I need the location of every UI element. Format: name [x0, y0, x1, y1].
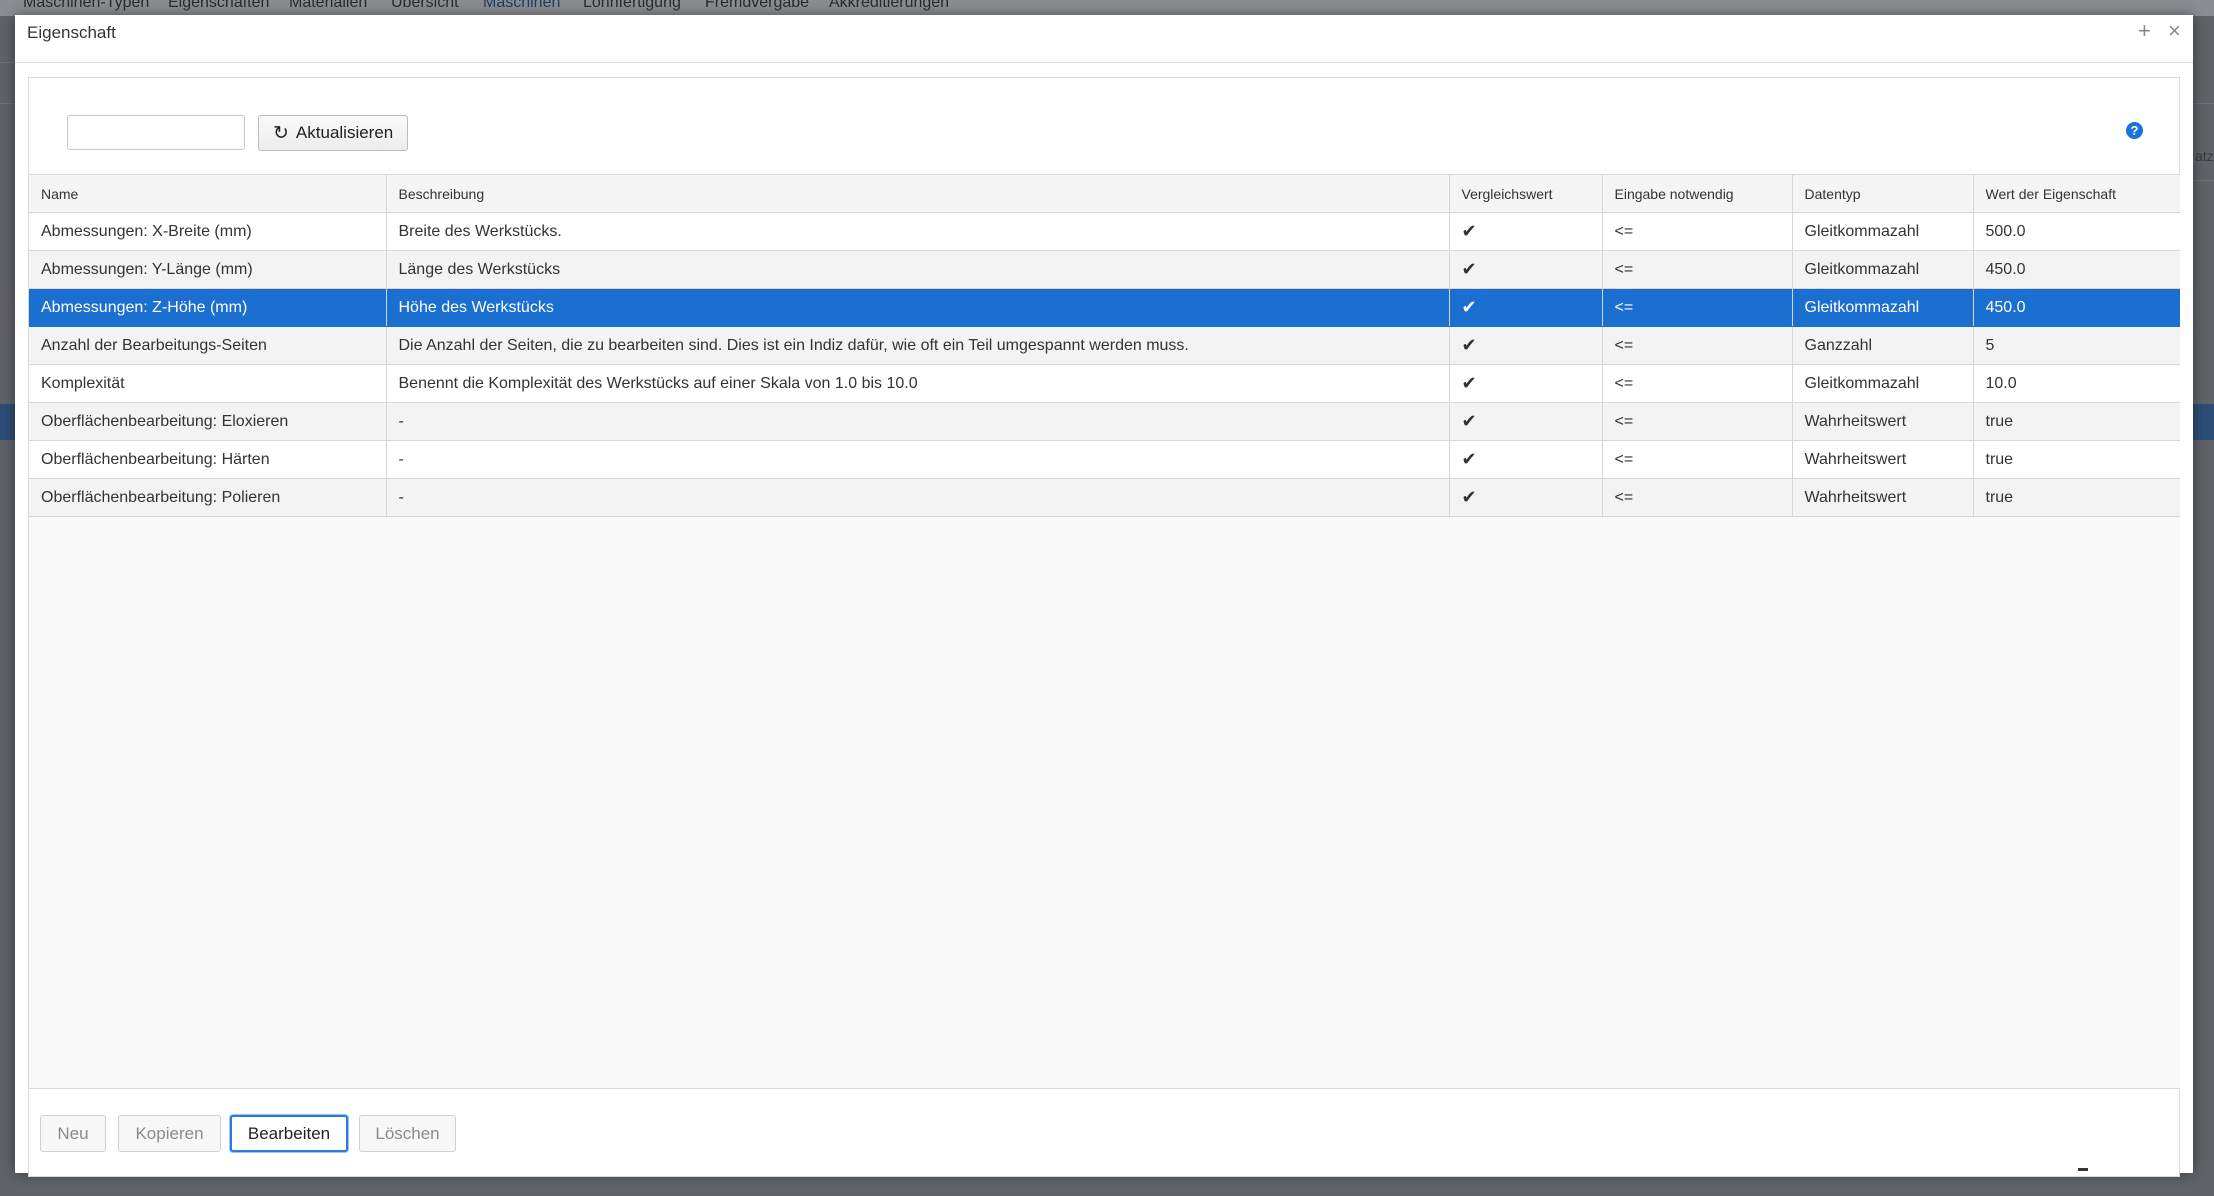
refresh-button-label: Aktualisieren [295, 123, 394, 142]
table-header-row: Name Beschreibung Vergleichswert Eingabe… [29, 175, 2180, 213]
table-row[interactable]: Abmessungen: X-Breite (mm) Breite des We… [29, 212, 2180, 251]
cell-datentyp: Wahrheitswert [1792, 478, 1974, 517]
cell-datentyp: Ganzzahl [1792, 326, 1974, 365]
cell-wert: 450.0 [1973, 288, 2180, 327]
cell-beschreibung: Die Anzahl der Seiten, die zu bearbeiten… [386, 326, 1450, 365]
copy-button[interactable]: Kopieren [118, 1115, 221, 1152]
column-header-wert[interactable]: Wert der Eigenschaft [1973, 175, 2180, 213]
table-row[interactable]: Oberflächenbearbeitung: Härten - ✔ <= Wa… [29, 440, 2180, 479]
cell-beschreibung: Länge des Werkstücks [386, 250, 1450, 289]
cell-datentyp: Gleitkommazahl [1792, 364, 1974, 403]
cell-wert: 10.0 [1973, 364, 2180, 403]
table-row-selected[interactable]: Abmessungen: Z-Höhe (mm) Höhe des Werkst… [29, 288, 2180, 327]
bg-nav-item: Eigenschaften [168, 0, 270, 11]
bg-text-fragment: atz [2195, 148, 2214, 164]
cell-beschreibung: - [386, 402, 1450, 441]
column-header-vergleichswert[interactable]: Vergleichswert [1449, 175, 1603, 213]
cell-eingabe: <= [1602, 326, 1793, 365]
delete-button[interactable]: Löschen [359, 1115, 456, 1152]
cell-vergleichswert: ✔ [1449, 478, 1603, 517]
bg-nav-item: Fremdvergabe [705, 0, 810, 11]
cell-wert: 5 [1973, 326, 2180, 365]
cell-name: Anzahl der Bearbeitungs-Seiten [29, 326, 387, 365]
cell-name: Abmessungen: X-Breite (mm) [29, 212, 387, 251]
cell-beschreibung: - [386, 440, 1450, 479]
cell-name: Oberflächenbearbeitung: Härten [29, 440, 387, 479]
cell-wert: true [1973, 440, 2180, 479]
bg-nav-item: Übersicht [391, 0, 459, 11]
bg-nav-item: Materialien [289, 0, 368, 11]
cell-vergleichswert: ✔ [1449, 440, 1603, 479]
cell-vergleichswert: ✔ [1449, 364, 1603, 403]
help-icon[interactable]: ? [2126, 122, 2143, 139]
cell-beschreibung: - [386, 478, 1450, 517]
table-row[interactable]: Anzahl der Bearbeitungs-Seiten Die Anzah… [29, 326, 2180, 365]
cell-beschreibung: Breite des Werkstücks. [386, 212, 1450, 251]
title-divider [15, 62, 2193, 63]
dialog-title: Eigenschaft [27, 23, 116, 42]
bg-nav-item: Maschinen [483, 0, 561, 11]
bg-nav-item: Maschinen-Typen [23, 0, 150, 11]
cell-wert: 500.0 [1973, 212, 2180, 251]
cell-wert: 450.0 [1973, 250, 2180, 289]
cell-datentyp: Wahrheitswert [1792, 402, 1974, 441]
column-header-beschreibung[interactable]: Beschreibung [386, 175, 1450, 213]
cell-datentyp: Wahrheitswert [1792, 440, 1974, 479]
table-row[interactable]: Oberflächenbearbeitung: Eloxieren - ✔ <=… [29, 402, 2180, 441]
property-table: Name Beschreibung Vergleichswert Eingabe… [29, 174, 2180, 1089]
column-header-datentyp[interactable]: Datentyp [1792, 175, 1974, 213]
column-header-name[interactable]: Name [29, 175, 387, 213]
table-row[interactable]: Abmessungen: Y-Länge (mm) Länge des Werk… [29, 250, 2180, 289]
cell-eingabe: <= [1602, 364, 1793, 403]
background-nav: Maschinen-Typen Eigenschaften Materialie… [0, 0, 2214, 16]
cell-name: Oberflächenbearbeitung: Eloxieren [29, 402, 387, 441]
cell-name: Abmessungen: Y-Länge (mm) [29, 250, 387, 289]
cell-vergleichswert: ✔ [1449, 288, 1603, 327]
bg-nav-item: Lohnfertigung [583, 0, 681, 11]
cell-name: Komplexität [29, 364, 387, 403]
cell-datentyp: Gleitkommazahl [1792, 212, 1974, 251]
bg-selected-row [0, 404, 16, 440]
search-input[interactable] [67, 115, 245, 150]
table-row[interactable]: Komplexität Benennt die Komplexität des … [29, 364, 2180, 403]
bg-nav-item: Akkreditierungen [829, 0, 950, 11]
cell-eingabe: <= [1602, 478, 1793, 517]
bg-divider [2193, 180, 2214, 181]
cell-vergleichswert: ✔ [1449, 326, 1603, 365]
bg-divider [0, 62, 15, 63]
close-icon[interactable]: × [2168, 19, 2181, 43]
new-button[interactable]: Neu [40, 1115, 106, 1152]
cell-vergleichswert: ✔ [1449, 402, 1603, 441]
cell-datentyp: Gleitkommazahl [1792, 288, 1974, 327]
resize-handle[interactable] [2078, 1168, 2088, 1171]
cell-eingabe: <= [1602, 440, 1793, 479]
refresh-button[interactable]: ↻ Aktualisieren [258, 115, 408, 151]
column-header-eingabe[interactable]: Eingabe notwendig [1602, 175, 1793, 213]
table-row[interactable]: Oberflächenbearbeitung: Polieren - ✔ <= … [29, 478, 2180, 517]
refresh-icon: ↻ [273, 122, 289, 144]
cell-eingabe: <= [1602, 250, 1793, 289]
cell-vergleichswert: ✔ [1449, 212, 1603, 251]
cell-vergleichswert: ✔ [1449, 250, 1603, 289]
cell-wert: true [1973, 402, 2180, 441]
cell-datentyp: Gleitkommazahl [1792, 250, 1974, 289]
bg-divider [0, 103, 15, 104]
cell-wert: true [1973, 478, 2180, 517]
cell-eingabe: <= [1602, 212, 1793, 251]
edit-button[interactable]: Bearbeiten [230, 1115, 348, 1152]
cell-beschreibung: Benennt die Komplexität des Werkstücks a… [386, 364, 1450, 403]
cell-beschreibung: Höhe des Werkstücks [386, 288, 1450, 327]
cell-name: Abmessungen: Z-Höhe (mm) [29, 288, 387, 327]
cell-name: Oberflächenbearbeitung: Polieren [29, 478, 387, 517]
maximize-icon[interactable]: + [2138, 19, 2151, 43]
cell-eingabe: <= [1602, 402, 1793, 441]
bg-divider [2193, 103, 2214, 104]
property-dialog: Eigenschaft + × ↻ Aktualisieren ? Name B… [15, 15, 2193, 1177]
cell-eingabe: <= [1602, 288, 1793, 327]
